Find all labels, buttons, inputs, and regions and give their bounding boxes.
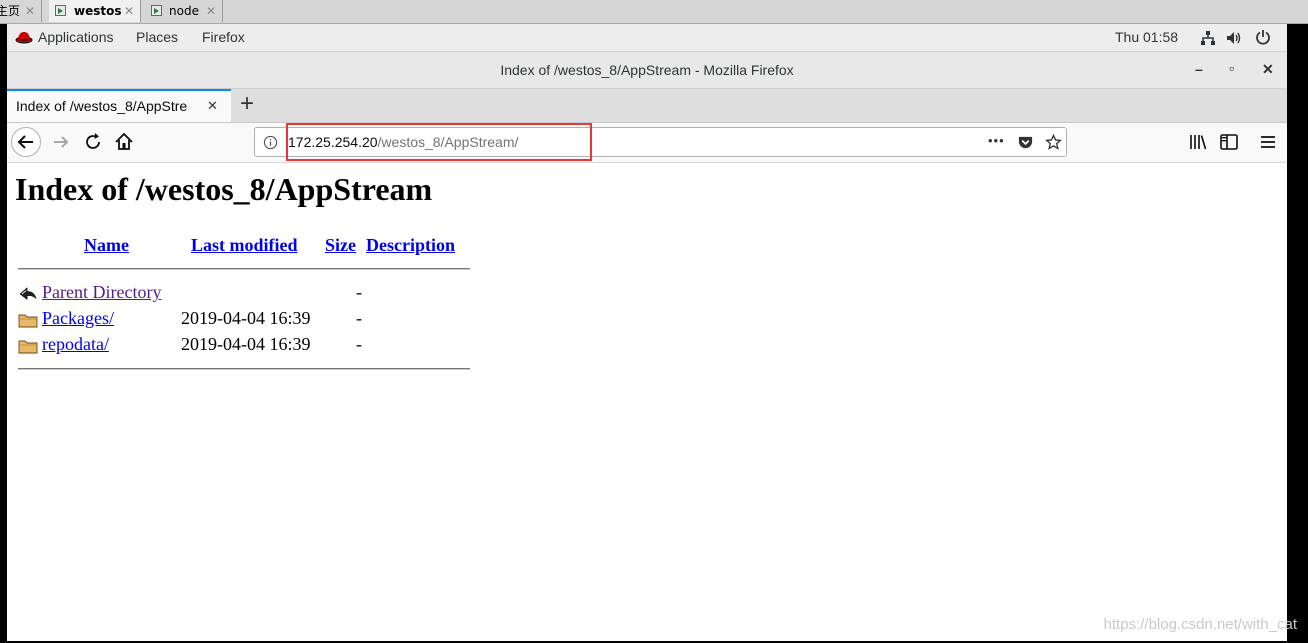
divider (18, 268, 470, 270)
places-menu[interactable]: Places (136, 24, 178, 51)
vm-tab-node[interactable]: node ✕ (145, 0, 223, 22)
vm-tab-label: westos (74, 4, 122, 18)
back-arrow-icon (19, 287, 37, 300)
page-content: Index of /westos_8/AppStream Name Last m… (7, 163, 1297, 641)
vm-tab-home[interactable]: 主页 ✕ (0, 0, 42, 22)
tab-close-icon[interactable]: ✕ (207, 98, 218, 114)
column-header-last-modified[interactable]: Last modified (191, 235, 298, 256)
listing-row: Packages/ 2019-04-04 16:39 - (18, 308, 478, 334)
redhat-logo-icon (15, 32, 33, 44)
listing-row: Parent Directory - (18, 282, 478, 308)
vm-tab-label: 主页 (0, 4, 21, 18)
back-button[interactable] (10, 126, 42, 158)
folder-icon (18, 314, 38, 328)
entry-link-repodata[interactable]: repodata/ (42, 334, 109, 355)
vm-tab-westos[interactable]: westos ✕ (49, 0, 141, 22)
minimize-button[interactable]: – (1195, 61, 1203, 77)
vm-tab-label: node (169, 4, 199, 18)
sidebar-icon[interactable] (1217, 130, 1241, 154)
browser-tab-active[interactable]: Index of /westos_8/AppStre ✕ (7, 89, 231, 122)
tab-title: Index of /westos_8/AppStre (16, 98, 188, 114)
entry-size: - (356, 308, 362, 328)
pocket-icon[interactable] (1017, 134, 1034, 151)
entry-size: - (356, 282, 362, 302)
forward-button[interactable] (49, 130, 73, 154)
window-title: Index of /westos_8/AppStream - Mozilla F… (500, 62, 794, 78)
url-highlight-box (286, 123, 592, 161)
page-actions-button[interactable]: ••• (988, 133, 1005, 148)
reload-button[interactable] (81, 130, 105, 154)
watermark: https://blog.csdn.net/with_cat (1103, 616, 1297, 633)
hamburger-menu-icon[interactable] (1256, 130, 1280, 154)
divider (18, 368, 470, 370)
close-icon[interactable]: ✕ (25, 0, 35, 22)
vm-icon (55, 5, 66, 16)
entry-link-packages[interactable]: Packages/ (42, 308, 114, 329)
library-icon[interactable] (1186, 130, 1210, 154)
maximize-button[interactable]: ▫ (1229, 60, 1234, 76)
info-icon[interactable] (263, 135, 278, 150)
window-titlebar: Index of /westos_8/AppStream - Mozilla F… (7, 52, 1287, 89)
folder-icon (18, 340, 38, 354)
column-header-name[interactable]: Name (84, 235, 129, 256)
entry-modified: 2019-04-04 16:39 (181, 308, 311, 328)
clock[interactable]: Thu 01:58 (1115, 24, 1178, 51)
entry-link-parent-directory[interactable]: Parent Directory (42, 282, 161, 303)
close-icon[interactable]: ✕ (206, 0, 216, 22)
home-button[interactable] (112, 130, 136, 154)
volume-icon[interactable] (1226, 30, 1244, 46)
close-icon[interactable]: ✕ (124, 0, 134, 22)
entry-modified: 2019-04-04 16:39 (181, 334, 311, 354)
vm-tab-strip: 主页 ✕ westos ✕ node ✕ (0, 0, 1308, 24)
vm-icon (151, 5, 162, 16)
entry-size: - (356, 334, 362, 354)
bookmark-star-icon[interactable] (1045, 134, 1062, 151)
gnome-top-bar: Applications Places Firefox Thu 01:58 (7, 24, 1287, 52)
firefox-app-menu[interactable]: Firefox (202, 24, 245, 51)
close-window-button[interactable]: ✕ (1262, 61, 1274, 78)
browser-tab-strip: Index of /westos_8/AppStre ✕ + (7, 89, 1287, 123)
applications-menu[interactable]: Applications (38, 24, 114, 51)
power-icon[interactable] (1255, 29, 1271, 45)
new-tab-button[interactable]: + (240, 90, 254, 118)
page-heading: Index of /westos_8/AppStream (15, 171, 433, 207)
listing-row: repodata/ 2019-04-04 16:39 - (18, 334, 478, 360)
navigation-toolbar: 172.25.254.20/westos_8/AppStream/ ••• (7, 123, 1287, 163)
column-header-description[interactable]: Description (366, 235, 455, 256)
network-icon[interactable] (1200, 30, 1216, 46)
column-header-size[interactable]: Size (325, 235, 356, 256)
